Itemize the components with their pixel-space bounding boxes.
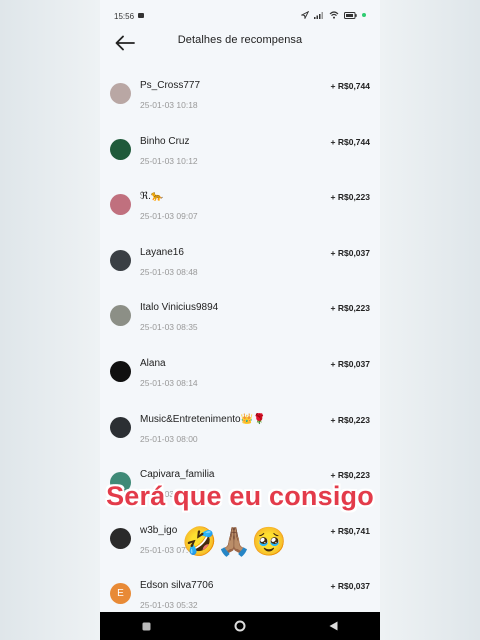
reward-amount: + R$0,223 — [330, 414, 370, 425]
user-name: Ps_Cross777 — [140, 80, 201, 91]
reward-amount: + R$0,744 — [330, 81, 370, 91]
reward-date: 25-01-03 08:48 — [140, 266, 198, 277]
avatar — [110, 249, 131, 271]
reward-amount: + R$0,223 — [330, 303, 370, 314]
caption-emojis: 🤣🙏🏽🥹 — [182, 526, 287, 557]
notification-dot — [362, 13, 366, 17]
background-right — [380, 0, 480, 640]
reward-date: 25-01-03 08:00 — [140, 433, 198, 444]
wifi-icon — [329, 11, 339, 19]
recent-apps-button[interactable] — [132, 616, 162, 636]
video-caption: Será que eu consigo — [106, 481, 374, 511]
battery-icon — [344, 11, 357, 19]
user-name: Binho Cruz — [140, 135, 190, 147]
location-icon — [301, 11, 309, 19]
signal-icon — [314, 12, 323, 19]
reward-date: 25-01-03 10:18 — [140, 100, 198, 110]
circle-icon — [234, 620, 246, 632]
status-time: 15:56 — [114, 12, 135, 21]
user-name: Edson silva7706 — [140, 580, 214, 592]
back-nav-button[interactable] — [318, 616, 348, 636]
avatar — [110, 360, 131, 382]
reward-amount: + R$0,037 — [330, 247, 370, 258]
reward-amount: + R$0,223 — [330, 192, 370, 203]
user-name: w3b_igo — [140, 524, 178, 536]
reward-date: 25-01-03 09:07 — [140, 211, 198, 222]
reward-amount: + R$0,744 — [330, 136, 370, 147]
user-name: Capivara_familia — [140, 469, 215, 481]
reward-row[interactable]: ℜ.🐆 25-01-03 09:07 + R$0,223 — [100, 177, 380, 233]
page-title: Detalhes de recompensa — [177, 34, 303, 46]
reward-date: 25-01-03 08:35 — [140, 322, 198, 333]
reward-date: 25-01-03 10:12 — [140, 155, 198, 166]
user-name: Italo Vinicius9894 — [140, 302, 219, 314]
reward-amount: + R$0,037 — [330, 581, 370, 592]
user-name: Music&Entretenimento👑🌹 — [140, 413, 266, 425]
reward-row[interactable]: Binho Cruz 25-01-03 10:12 + R$0,744 — [100, 122, 380, 178]
reward-date: 25-01-03 08:14 — [140, 377, 198, 388]
reward-row[interactable]: Layane16 25-01-03 08:48 + R$0,037 — [100, 233, 380, 289]
reward-row[interactable]: Music&Entretenimento👑🌹 25-01-03 08:00 + R$… — [100, 400, 380, 456]
home-button[interactable] — [225, 616, 255, 636]
background-left — [0, 0, 100, 640]
reward-amount: + R$0,741 — [330, 525, 370, 536]
reward-date: 25-01-03 05:32 — [140, 600, 198, 611]
video-record-icon — [138, 13, 144, 18]
avatar — [110, 83, 131, 104]
user-name: ℜ.🐆 — [140, 191, 164, 203]
reward-row[interactable]: Italo Vinicius9894 25-01-03 08:35 + R$0,22… — [100, 288, 380, 344]
reward-amount: + R$0,223 — [330, 470, 370, 481]
triangle-back-icon — [329, 621, 338, 631]
avatar: E — [110, 583, 131, 605]
navigation-bar — [100, 612, 380, 640]
header: Detalhes de recompensa — [100, 28, 380, 58]
user-name: Alana — [140, 357, 166, 369]
square-icon — [142, 622, 151, 630]
user-name: Layane16 — [140, 246, 184, 258]
avatar — [110, 527, 131, 549]
avatar — [110, 194, 131, 216]
reward-amount: + R$0,037 — [330, 358, 370, 369]
reward-row[interactable]: Ps_Cross777 25-01-03 10:18 + R$0,744 — [100, 66, 380, 122]
reward-row[interactable]: Alana 25-01-03 08:14 + R$0,037 — [100, 344, 380, 400]
avatar — [110, 138, 131, 160]
avatar — [110, 416, 131, 438]
reward-date: 25-01-03 07: — [140, 544, 189, 555]
status-icons — [301, 11, 366, 19]
avatar — [110, 305, 131, 327]
